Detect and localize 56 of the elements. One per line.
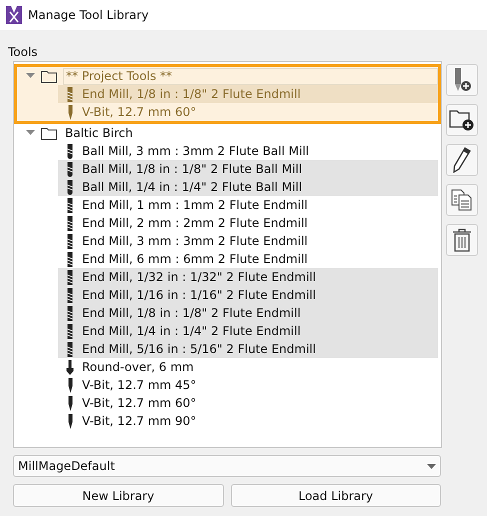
edit-button[interactable] bbox=[446, 144, 478, 176]
tree-item[interactable]: Ball Mill, 1/8 in : 1/8" 2 Flute Ball Mill bbox=[58, 160, 438, 178]
tree-item[interactable]: V-Bit, 12.7 mm 45° bbox=[58, 376, 438, 394]
app-logo-icon bbox=[6, 6, 22, 24]
library-dropdown[interactable]: MillMageDefault bbox=[13, 455, 441, 477]
tree-item[interactable]: End Mill, 1/8 in : 1/8" 2 Flute Endmill bbox=[58, 304, 438, 322]
ball-mill-icon bbox=[67, 162, 73, 176]
end-mill-icon bbox=[67, 252, 73, 266]
tree-item[interactable]: End Mill, 5/16 in : 5/16" 2 Flute Endmill bbox=[58, 340, 438, 358]
pencil-icon bbox=[453, 147, 471, 173]
window-title: Manage Tool Library bbox=[28, 7, 149, 24]
tree-item[interactable]: V-Bit, 12.7 mm 60° bbox=[58, 394, 438, 412]
folder-icon bbox=[41, 70, 57, 82]
v-bit-icon bbox=[68, 396, 72, 410]
ball-mill-icon bbox=[67, 144, 73, 158]
end-mill-icon bbox=[67, 216, 73, 230]
folder-icon bbox=[41, 126, 57, 140]
tree-folder-item[interactable]: Baltic Birch bbox=[63, 124, 135, 142]
library-button[interactable]: New Library bbox=[13, 484, 224, 507]
tree-item[interactable]: End Mill, 1/8 in : 1/8" 2 Flute Endmill bbox=[58, 85, 438, 103]
duplicate-button[interactable] bbox=[446, 184, 478, 216]
tree-item[interactable]: Round-over, 6 mm bbox=[58, 358, 438, 376]
end-mill-icon bbox=[67, 86, 73, 102]
tree-item[interactable]: End Mill, 6 mm : 6mm 2 Flute Endmill bbox=[58, 250, 438, 268]
end-mill-icon bbox=[67, 324, 73, 338]
tree-item[interactable]: Ball Mill, 1/4 in : 1/4" 2 Flute Ball Mill bbox=[58, 178, 438, 196]
tree-item[interactable]: End Mill, 1/4 in : 1/4" 2 Flute Endmill bbox=[58, 322, 438, 340]
end-mill-icon bbox=[67, 234, 73, 248]
add-folder-icon bbox=[449, 109, 475, 131]
tree-item[interactable]: End Mill, 1 mm : 1mm 2 Flute Endmill bbox=[58, 196, 438, 214]
tree-folder-item[interactable]: ** Project Tools ** bbox=[63, 68, 438, 84]
section-label: Tools bbox=[8, 44, 39, 61]
library-button[interactable]: Load Library bbox=[230, 484, 441, 507]
copy-icon bbox=[450, 188, 474, 212]
tree-item[interactable]: End Mill, 1/16 in : 1/16" 2 Flute Endmill bbox=[58, 286, 438, 304]
v-bit-icon bbox=[68, 104, 72, 120]
end-mill-icon bbox=[67, 288, 73, 302]
add-tool-button[interactable] bbox=[446, 64, 478, 96]
v-bit-icon bbox=[68, 378, 72, 392]
end-mill-icon bbox=[67, 270, 73, 284]
tree-item[interactable]: End Mill, 3 mm : 3mm 2 Flute Endmill bbox=[58, 232, 438, 250]
end-mill-icon bbox=[67, 198, 73, 212]
tree-item[interactable]: V-Bit, 12.7 mm 90° bbox=[58, 412, 438, 430]
add-folder-button[interactable] bbox=[446, 104, 478, 136]
tree-item[interactable]: V-Bit, 12.7 mm 60° bbox=[58, 103, 438, 121]
end-mill-icon bbox=[67, 306, 73, 320]
round-over-bit-icon bbox=[66, 360, 74, 374]
tree-item[interactable]: End Mill, 2 mm : 2mm 2 Flute Endmill bbox=[58, 214, 438, 232]
caret-icon bbox=[427, 464, 436, 468]
end-mill-icon bbox=[67, 342, 73, 356]
trash-icon bbox=[452, 228, 472, 252]
ball-mill-icon bbox=[67, 180, 73, 194]
tree-item[interactable]: End Mill, 1/32 in : 1/32" 2 Flute Endmill bbox=[58, 268, 438, 286]
tree-item[interactable]: Ball Mill, 3 mm : 3mm 2 Flute Ball Mill bbox=[58, 142, 438, 160]
delete-button[interactable] bbox=[446, 224, 478, 256]
v-bit-icon bbox=[68, 414, 72, 428]
